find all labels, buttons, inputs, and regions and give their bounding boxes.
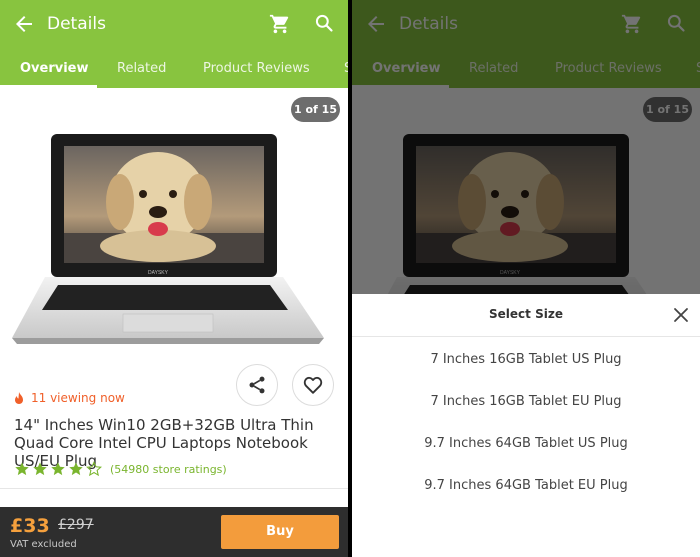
- tab-product-reviews[interactable]: Product Reviews: [203, 61, 310, 76]
- buy-button[interactable]: Buy: [221, 515, 339, 549]
- share-icon: [249, 376, 265, 394]
- star-filled-icon: [15, 462, 29, 476]
- star-filled-icon: [33, 462, 47, 476]
- modal-scrim[interactable]: [352, 0, 700, 294]
- star-filled-icon: [69, 462, 83, 476]
- viewing-now-text: 11 viewing now: [31, 391, 125, 405]
- product-image[interactable]: DAYSKY: [8, 128, 338, 358]
- size-option[interactable]: 9.7 Inches 64GB Tablet EU Plug: [352, 478, 700, 493]
- size-option[interactable]: 9.7 Inches 64GB Tablet US Plug: [352, 436, 700, 451]
- back-arrow-icon[interactable]: [12, 12, 36, 36]
- share-button[interactable]: [236, 364, 278, 406]
- size-option[interactable]: 7 Inches 16GB Tablet EU Plug: [352, 394, 700, 409]
- purchase-bar: £33 £297 VAT excluded Buy: [0, 507, 348, 557]
- page-title: Details: [47, 14, 106, 34]
- store-rating[interactable]: (54980 store ratings): [14, 461, 227, 477]
- ratings-count[interactable]: (54980 store ratings): [110, 463, 227, 476]
- laptop-brand: DAYSKY: [148, 270, 169, 276]
- image-counter: 1 of 15: [291, 97, 340, 122]
- current-price: £33: [10, 515, 50, 537]
- details-screen: Details Overview Related Product Reviews…: [0, 0, 348, 557]
- tab-indicator: [0, 85, 97, 88]
- fire-icon: [15, 392, 23, 404]
- viewing-now-indicator: 11 viewing now: [14, 391, 125, 405]
- vat-note: VAT excluded: [10, 539, 77, 550]
- tab-partial[interactable]: S: [344, 61, 348, 76]
- tab-overview[interactable]: Overview: [20, 61, 89, 76]
- size-selection-screen: Details Overview Related Product Reviews…: [352, 0, 700, 557]
- size-bottom-sheet: Select Size 7 Inches 16GB Tablet US Plug…: [352, 294, 700, 557]
- original-price: £297: [58, 517, 94, 533]
- divider: [0, 488, 348, 489]
- tab-bar: Overview Related Product Reviews S: [0, 56, 348, 88]
- close-icon[interactable]: [672, 306, 690, 324]
- heart-icon: [303, 376, 323, 394]
- cart-icon[interactable]: [269, 13, 291, 35]
- wishlist-button[interactable]: [292, 364, 334, 406]
- star-filled-icon: [51, 462, 65, 476]
- sheet-title: Select Size: [489, 307, 563, 321]
- tab-related[interactable]: Related: [117, 61, 166, 76]
- size-option[interactable]: 7 Inches 16GB Tablet US Plug: [352, 352, 700, 367]
- divider: [352, 336, 700, 337]
- app-bar: Details Overview Related Product Reviews…: [0, 0, 348, 88]
- star-empty-icon: [86, 461, 102, 477]
- search-icon[interactable]: [314, 13, 334, 33]
